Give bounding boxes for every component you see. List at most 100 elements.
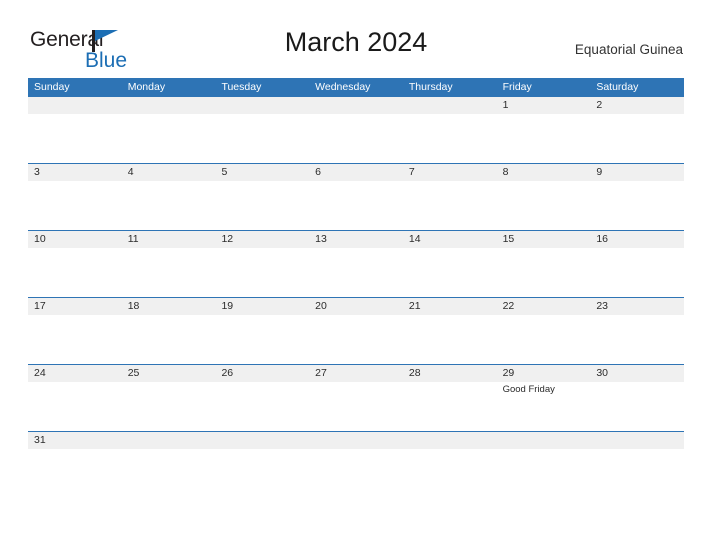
- day-cell[interactable]: [403, 432, 497, 498]
- day-cell[interactable]: 29 Good Friday: [497, 365, 591, 431]
- weekday-header-row: Sunday Monday Tuesday Wednesday Thursday…: [28, 78, 684, 96]
- day-number: 13: [315, 233, 327, 245]
- day-number: 8: [502, 166, 509, 178]
- day-cell[interactable]: 12: [215, 231, 309, 297]
- calendar-week-row: 1 2: [28, 96, 684, 163]
- day-number: 6: [315, 166, 321, 178]
- day-cell[interactable]: 5: [215, 164, 309, 230]
- day-cell[interactable]: 21: [403, 298, 497, 364]
- day-number: 26: [221, 367, 234, 379]
- day-number: 22: [502, 300, 515, 312]
- day-number: [221, 97, 309, 114]
- day-number: 4: [127, 166, 134, 178]
- day-cell[interactable]: 22: [497, 298, 591, 364]
- day-number: 27: [315, 367, 327, 379]
- calendar-grid: Sunday Monday Tuesday Wednesday Thursday…: [28, 78, 684, 498]
- day-cell[interactable]: 23: [590, 298, 684, 364]
- day-cell[interactable]: 10: [28, 231, 122, 297]
- day-number: 10: [34, 233, 46, 245]
- day-cell[interactable]: 8: [497, 164, 591, 230]
- day-number: 7: [408, 166, 415, 178]
- day-cell[interactable]: 16: [590, 231, 684, 297]
- day-number: 24: [34, 367, 46, 379]
- day-number: 1: [502, 99, 509, 111]
- day-cell[interactable]: [309, 432, 403, 498]
- day-cell[interactable]: [309, 97, 403, 163]
- calendar-page: General Blue March 2024 Equatorial Guine…: [0, 0, 712, 550]
- day-number: [34, 97, 122, 114]
- calendar-week-row: 31: [28, 431, 684, 498]
- weekday-header-sunday: Sunday: [34, 81, 70, 93]
- calendar-week-row: 10 11 12 13 14 15 16: [28, 230, 684, 297]
- day-number: [409, 97, 497, 114]
- day-cell[interactable]: 13: [309, 231, 403, 297]
- day-cell[interactable]: [215, 432, 309, 498]
- day-cell[interactable]: 18: [122, 298, 216, 364]
- day-cell[interactable]: 30: [590, 365, 684, 431]
- day-cell[interactable]: 2: [590, 97, 684, 163]
- day-number: [128, 97, 216, 114]
- day-number: 31: [34, 434, 46, 446]
- calendar-week-row: 17 18 19 20 21 22 23: [28, 297, 684, 364]
- day-number: 15: [502, 233, 515, 245]
- day-cell[interactable]: 4: [122, 164, 216, 230]
- day-cell[interactable]: 11: [122, 231, 216, 297]
- day-number: 23: [596, 300, 608, 312]
- day-number: [315, 97, 403, 114]
- day-cell[interactable]: 28: [403, 365, 497, 431]
- day-number: 28: [408, 367, 421, 379]
- day-cell[interactable]: 7: [403, 164, 497, 230]
- day-number: [503, 432, 591, 449]
- locale-label: Equatorial Guinea: [574, 42, 683, 57]
- day-cell[interactable]: [215, 97, 309, 163]
- day-number: [315, 432, 403, 449]
- day-cell[interactable]: [590, 432, 684, 498]
- day-cell[interactable]: 26: [215, 365, 309, 431]
- weekday-header-wednesday: Wednesday: [315, 81, 371, 93]
- day-cell[interactable]: [122, 432, 216, 498]
- day-number: 18: [127, 300, 140, 312]
- day-number: 21: [408, 300, 421, 312]
- day-number: 3: [34, 166, 40, 178]
- day-cell[interactable]: 3: [28, 164, 122, 230]
- day-number: 19: [221, 300, 234, 312]
- day-cell[interactable]: 20: [309, 298, 403, 364]
- day-number: 30: [596, 367, 608, 379]
- day-number: 29: [502, 367, 515, 379]
- day-number: 17: [34, 300, 46, 312]
- day-cell[interactable]: 9: [590, 164, 684, 230]
- day-cell[interactable]: 14: [403, 231, 497, 297]
- day-cell[interactable]: 24: [28, 365, 122, 431]
- day-number: 25: [127, 367, 140, 379]
- day-number: 14: [408, 233, 421, 245]
- day-number: 9: [596, 166, 603, 178]
- weekday-header-saturday: Saturday: [596, 81, 639, 93]
- day-cell[interactable]: [28, 97, 122, 163]
- weekday-header-monday: Monday: [127, 81, 166, 93]
- day-cell[interactable]: 15: [497, 231, 591, 297]
- page-header: General Blue March 2024 Equatorial Guine…: [0, 0, 712, 78]
- day-event: Good Friday: [502, 384, 555, 395]
- day-number: 12: [221, 233, 234, 245]
- day-cell[interactable]: [497, 432, 591, 498]
- calendar-week-row: 3 4 5 6 7 8 9: [28, 163, 684, 230]
- day-number: 2: [596, 99, 603, 111]
- weekday-header-tuesday: Tuesday: [221, 81, 262, 93]
- day-number: 11: [127, 233, 139, 245]
- day-cell[interactable]: 1: [497, 97, 591, 163]
- day-cell[interactable]: 19: [215, 298, 309, 364]
- day-cell[interactable]: 25: [122, 365, 216, 431]
- day-number: 16: [596, 233, 608, 245]
- day-number: [128, 432, 216, 449]
- day-cell[interactable]: 6: [309, 164, 403, 230]
- day-number: 5: [221, 166, 228, 178]
- day-cell[interactable]: 17: [28, 298, 122, 364]
- day-cell[interactable]: [122, 97, 216, 163]
- day-cell[interactable]: 31: [28, 432, 122, 498]
- day-number: [596, 432, 684, 449]
- day-cell[interactable]: 27: [309, 365, 403, 431]
- calendar-week-row: 24 25 26 27 28 29 Good Friday 30: [28, 364, 684, 431]
- weekday-header-friday: Friday: [502, 81, 532, 93]
- day-number: [409, 432, 497, 449]
- day-cell[interactable]: [403, 97, 497, 163]
